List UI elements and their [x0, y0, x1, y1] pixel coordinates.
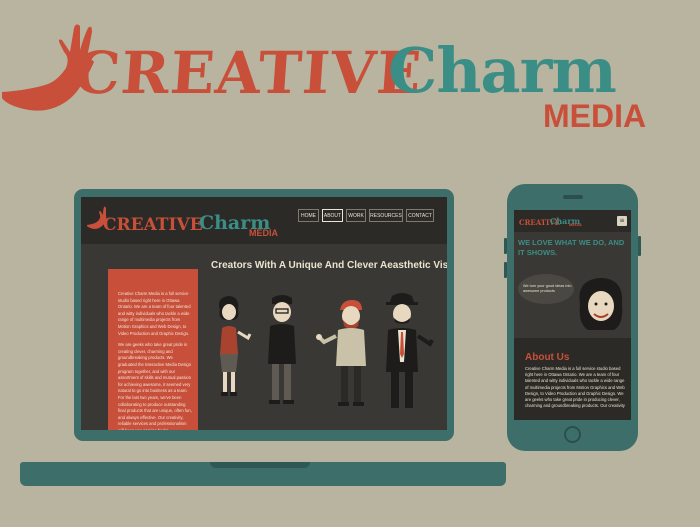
team-characters-illustration [219, 293, 434, 408]
phone-screen: CREATIVE Charm MEDIA ≡ WE LOVE WHAT WE D… [514, 210, 631, 420]
phone-logo-media: MEDIA [569, 222, 582, 227]
hamburger-menu-icon[interactable]: ≡ [617, 216, 627, 226]
phone-home-button[interactable] [564, 426, 581, 443]
character-hat-man [386, 293, 434, 408]
phone-volume-button [504, 238, 507, 254]
laptop-about-paragraph-1: Creative Charm Media is a full service s… [118, 291, 191, 336]
logo-charm-word: Charm [388, 34, 617, 107]
logo-media-word: MEDIA [543, 98, 647, 134]
laptop-about-text: Creative Charm Media is a full service s… [118, 291, 192, 430]
laptop-logo-media: MEDIA [249, 228, 278, 238]
laptop-about-sidebar: Creative Charm Media is a full service s… [108, 269, 198, 430]
laptop-about-paragraph-2: We are geeks who take great pride in cre… [118, 342, 192, 430]
nav-home[interactable]: HOME [298, 209, 319, 222]
speech-bubble-text: We turn your good ideas into awesome pro… [523, 284, 572, 293]
logo-creative-word: CREATIVE [71, 39, 425, 107]
nav-contact[interactable]: CONTACT [406, 209, 434, 222]
laptop-logo-creative: CREATIVE [103, 215, 203, 235]
phone-volume-button-2 [504, 262, 507, 278]
laptop-screen: CREATIVE Charm MEDIA HOME ABOUT WORK RES… [81, 197, 447, 430]
phone-about-heading: About Us [525, 352, 570, 363]
laptop-notch [210, 462, 310, 468]
phone-about-text: Creative Charm Media is a full service s… [525, 366, 625, 409]
character-woman [219, 296, 252, 396]
nav-about[interactable]: ABOUT [322, 209, 343, 222]
phone-power-button [638, 236, 641, 256]
character-beanie-man [268, 295, 296, 404]
laptop-headline: Creators With A Unique And Clever Aeasth… [211, 260, 447, 271]
character-redhead-man [316, 300, 366, 406]
character-woman-closeup [579, 278, 623, 330]
phone-speaker [563, 195, 583, 199]
nav-resources[interactable]: RESOURCES [369, 209, 403, 222]
phone-tagline: WE LOVE WHAT WE DO, AND IT SHOWS. [518, 238, 625, 257]
nav-work[interactable]: WORK [346, 209, 366, 222]
